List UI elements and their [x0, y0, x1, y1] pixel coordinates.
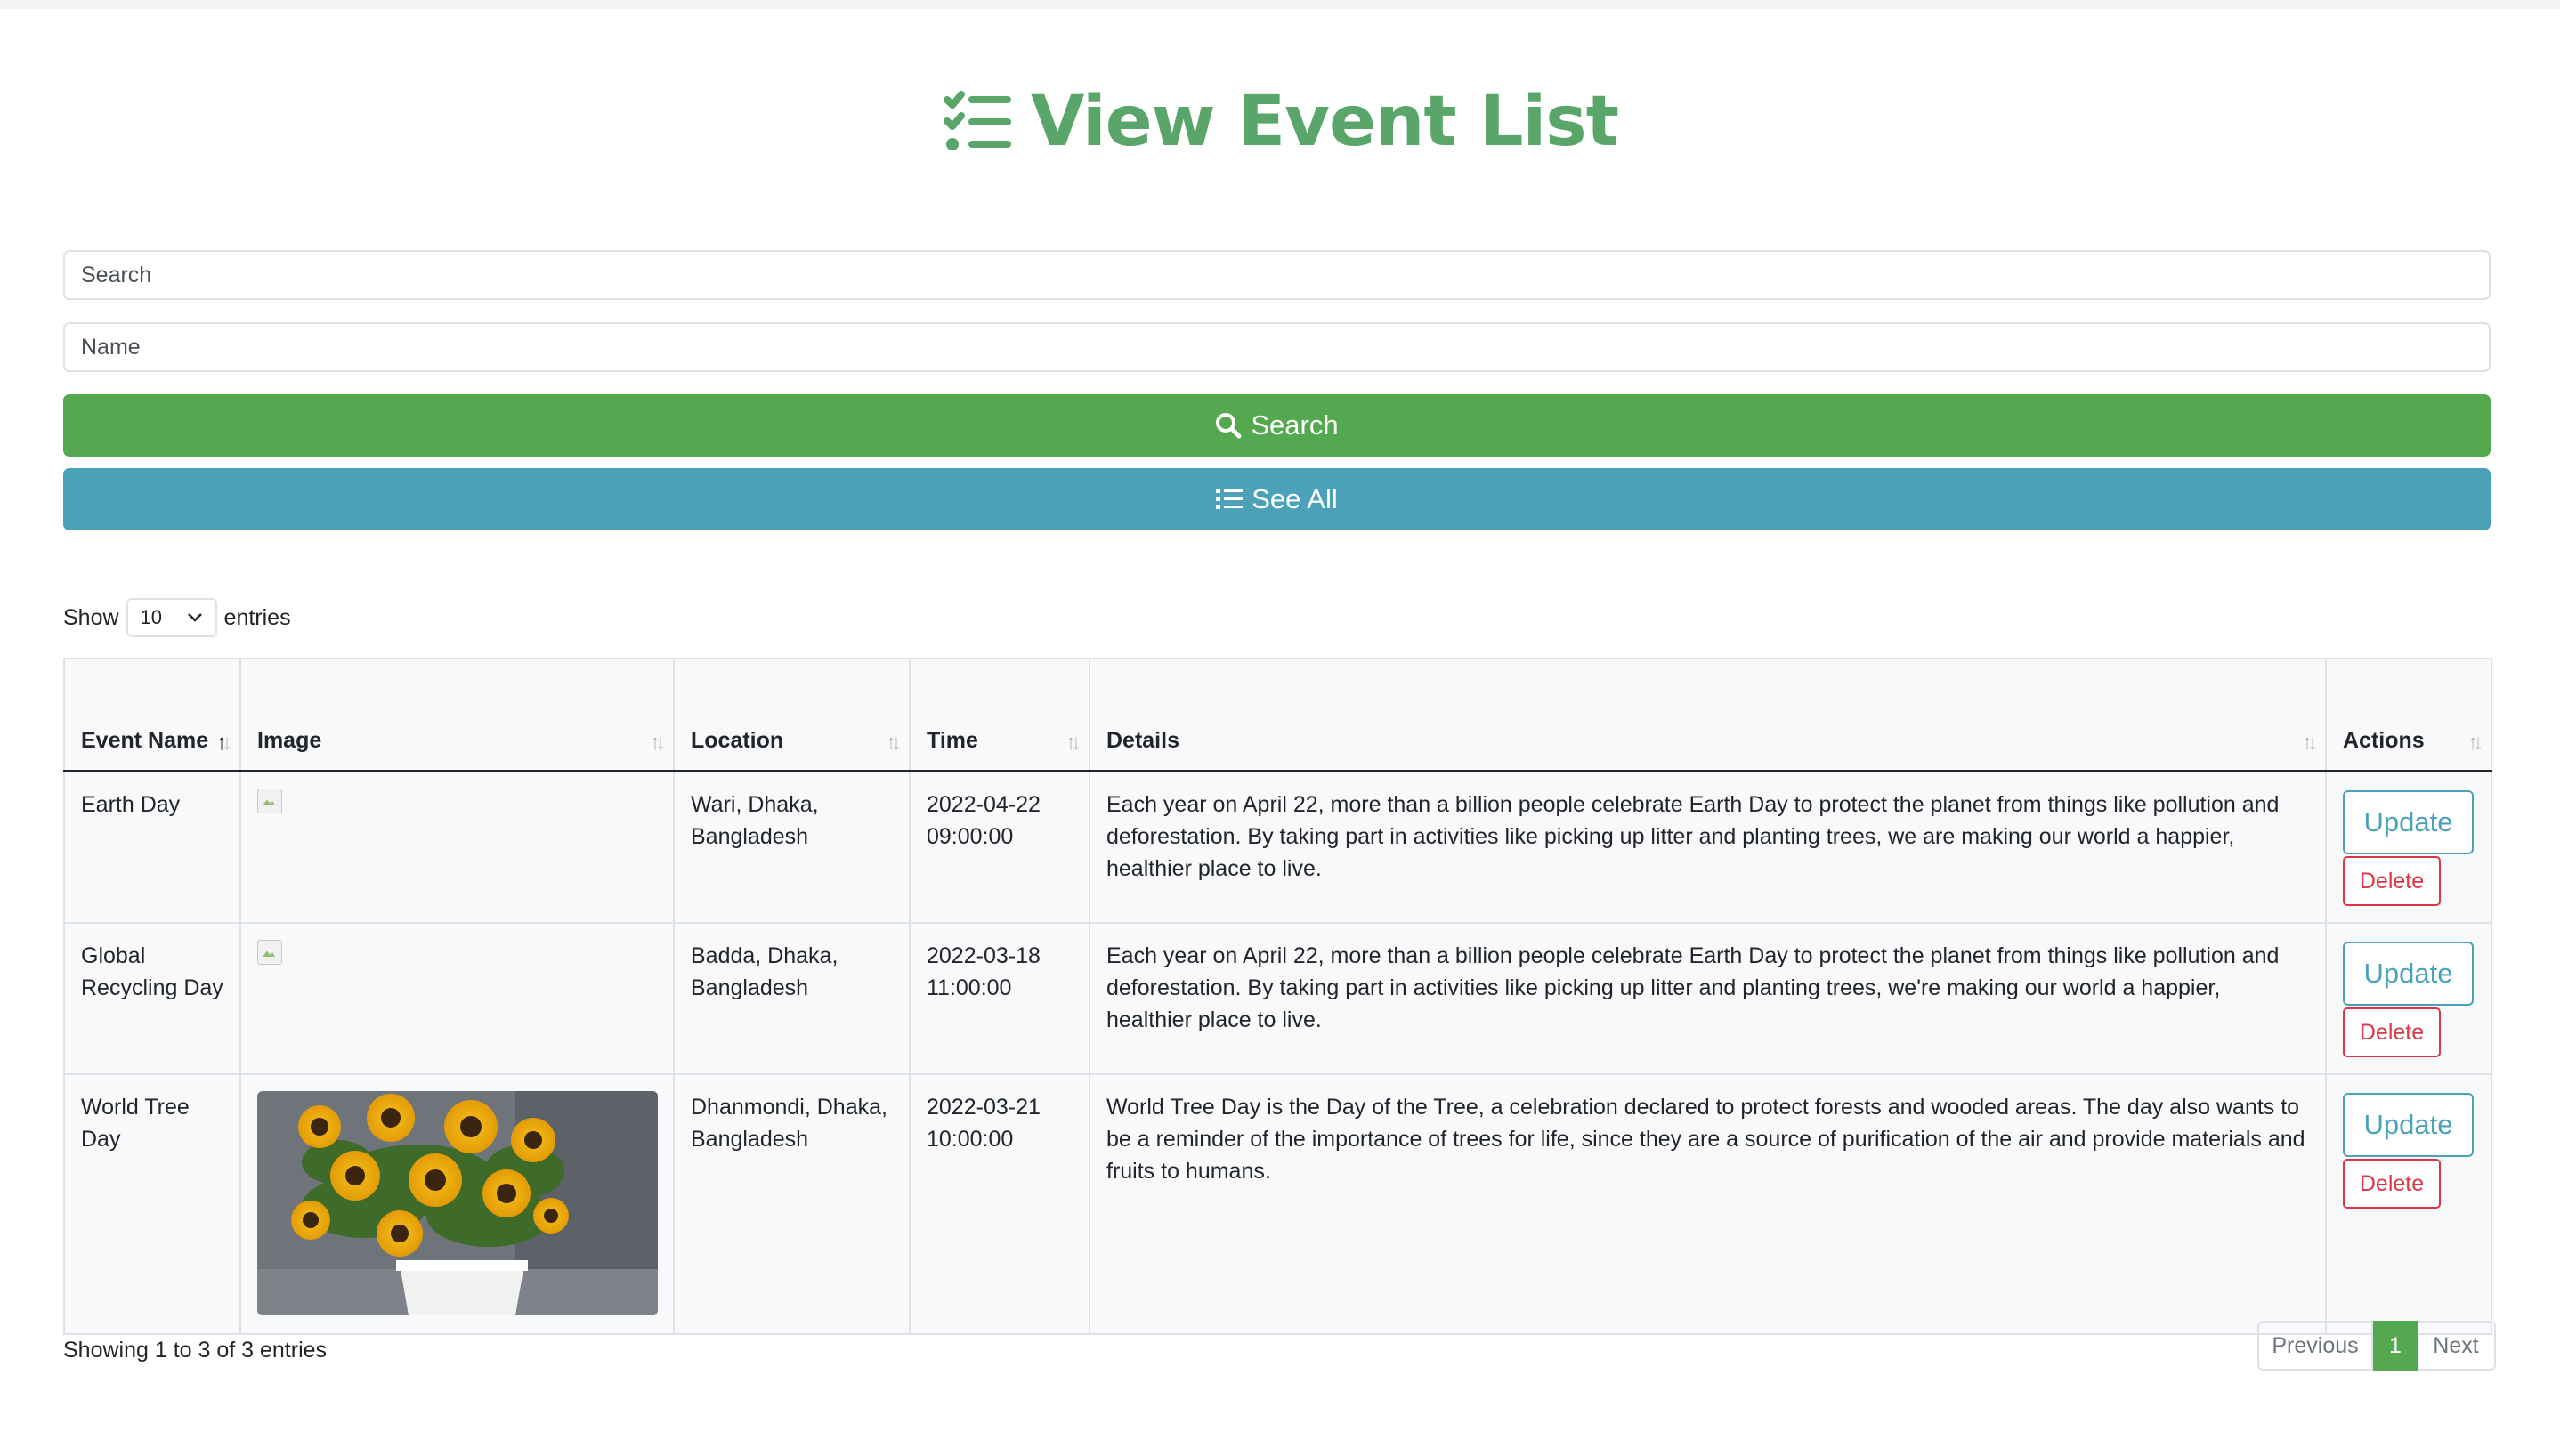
event-name-cell: Earth Day [63, 770, 241, 924]
column-header-image[interactable]: Image ↑↓ [239, 658, 675, 772]
event-name-cell: Global Recycling Day [63, 922, 241, 1075]
column-header-actions[interactable]: Actions ↑↓ [2325, 658, 2492, 772]
update-button[interactable]: Update [2343, 942, 2474, 1006]
header-label: Location [691, 728, 784, 753]
delete-button[interactable]: Delete [2343, 856, 2441, 906]
location-cell: Badda, Dhaka, Bangladesh [673, 922, 911, 1075]
image-cell [239, 770, 675, 924]
header-label: Details [1106, 728, 1179, 753]
event-name-cell: World Tree Day [63, 1073, 241, 1335]
previous-page-button[interactable]: Previous [2257, 1321, 2373, 1371]
entries-select-value: 10 [140, 606, 163, 628]
table-row: Global Recycling Day Badda, Dhaka, Bangl… [63, 922, 2492, 1075]
update-button[interactable]: Update [2343, 790, 2474, 854]
header-label: Image [257, 728, 322, 753]
delete-button[interactable]: Delete [2343, 1159, 2441, 1209]
details-cell: Each year on April 22, more than a billi… [1089, 770, 2327, 924]
sort-icon: ↑↓ [2467, 731, 2483, 755]
entries-label: entries [223, 604, 291, 630]
page-title: View Event List [1031, 82, 1619, 162]
broken-image-icon [257, 789, 282, 813]
time-cell: 2022-04-22 09:00:00 [909, 770, 1090, 924]
time-cell: 2022-03-21 10:00:00 [909, 1073, 1090, 1335]
details-cell: Each year on April 22, more than a billi… [1089, 922, 2327, 1075]
image-cell [239, 922, 675, 1075]
entries-select[interactable]: 10 [126, 598, 217, 637]
table-row: Earth Day Wari, Dhaka, Bangladesh 2022-0… [63, 770, 2492, 924]
name-input[interactable] [63, 322, 2491, 372]
column-header-details[interactable]: Details ↑↓ [1089, 658, 2327, 772]
search-input[interactable] [63, 250, 2491, 300]
search-icon [1216, 413, 1242, 439]
actions-cell: Update Delete [2325, 770, 2492, 924]
image-cell [239, 1073, 675, 1335]
sort-icon: ↑↓ [2302, 731, 2318, 755]
sort-icon: ↑↓ [886, 731, 902, 755]
show-label: Show [63, 604, 119, 630]
location-cell: Wari, Dhaka, Bangladesh [673, 770, 911, 924]
top-bar [0, 0, 2560, 9]
actions-cell: Update Delete [2325, 922, 2492, 1075]
sort-icon: ↑↓ [650, 731, 666, 755]
length-control: Show 10 entries [63, 598, 291, 637]
table-row: World Tree Day Dhanmondi, Dhaka, Banglad… [63, 1073, 2492, 1335]
chevron-down-icon [187, 613, 202, 622]
page-1-button[interactable]: 1 [2373, 1321, 2418, 1371]
see-all-button-label: See All [1252, 483, 1338, 514]
location-cell: Dhanmondi, Dhaka, Bangladesh [673, 1073, 911, 1335]
search-button[interactable]: Search [63, 394, 2491, 457]
table-info: Showing 1 to 3 of 3 entries [63, 1338, 328, 1363]
update-button[interactable]: Update [2343, 1093, 2474, 1157]
see-all-button[interactable]: See All [63, 468, 2491, 530]
table-header-row: Event Name ↑↓ Image ↑↓ Location ↑↓ Time ↑↓ D… [63, 658, 2492, 772]
sort-asc-icon: ↑↓ [216, 731, 232, 755]
header-label: Event Name [81, 728, 209, 753]
time-cell: 2022-03-18 11:00:00 [909, 922, 1090, 1075]
page-header: View Event List [0, 82, 2560, 162]
events-table: Event Name ↑↓ Image ↑↓ Location ↑↓ Time ↑↓ D… [63, 658, 2492, 1335]
header-label: Actions [2343, 728, 2425, 753]
sort-icon: ↑↓ [1065, 731, 1082, 755]
details-cell: World Tree Day is the Day of the Tree, a… [1089, 1073, 2327, 1335]
pagination: Previous 1 Next [2257, 1321, 2496, 1371]
list-check-icon [944, 91, 1011, 150]
column-header-time[interactable]: Time ↑↓ [909, 658, 1090, 772]
next-page-button[interactable]: Next [2418, 1321, 2496, 1371]
column-header-event-name[interactable]: Event Name ↑↓ [63, 658, 241, 772]
column-header-location[interactable]: Location ↑↓ [673, 658, 911, 772]
delete-button[interactable]: Delete [2343, 1007, 2441, 1057]
actions-cell: Update Delete [2325, 1073, 2492, 1335]
search-button-label: Search [1251, 409, 1339, 441]
sunflower-image [257, 1091, 658, 1315]
header-label: Time [927, 728, 978, 753]
list-icon [1216, 489, 1244, 509]
broken-image-icon [257, 940, 282, 965]
